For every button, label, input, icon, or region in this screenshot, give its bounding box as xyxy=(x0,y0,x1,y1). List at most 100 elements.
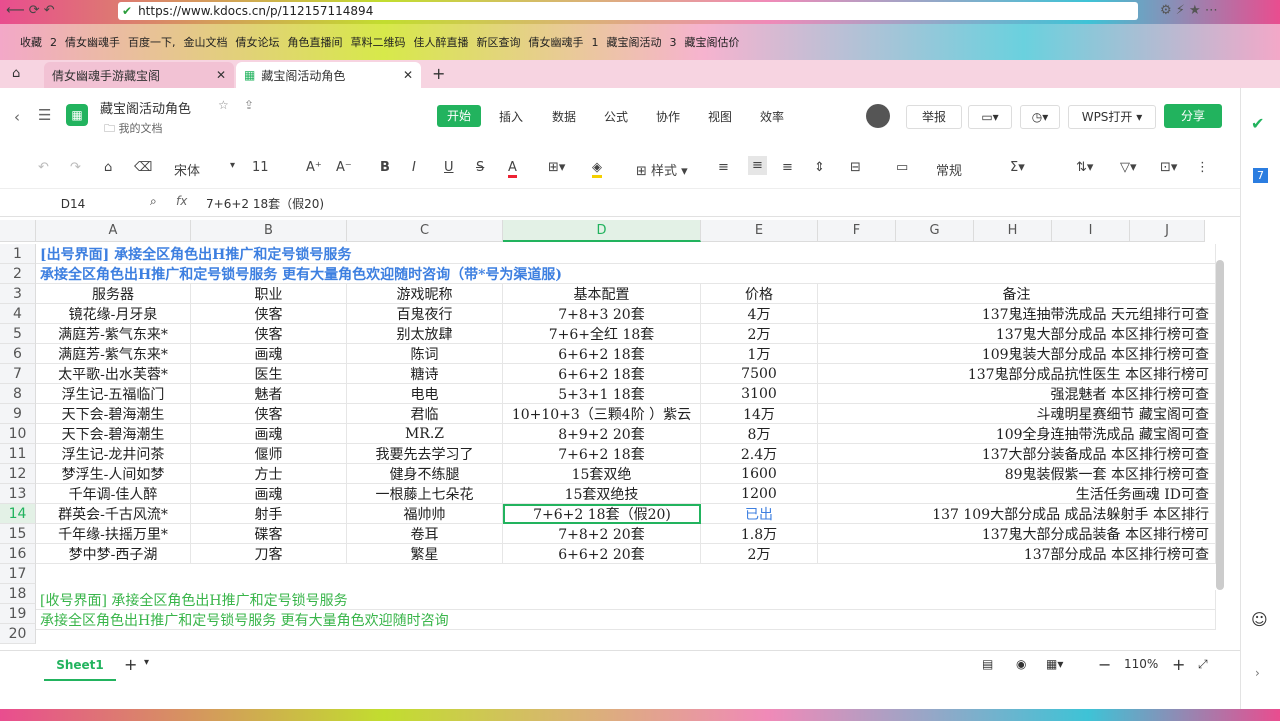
name-box[interactable]: D14 xyxy=(8,194,138,214)
data-cell-e[interactable]: 8万 xyxy=(701,424,818,444)
data-cell-c[interactable]: MR.Z xyxy=(347,424,503,444)
column-header[interactable]: I xyxy=(1052,220,1130,242)
close-icon[interactable]: ✕ xyxy=(403,68,413,82)
fullscreen-icon[interactable]: ⤢ xyxy=(1198,657,1208,672)
number-format-select[interactable]: 常规 xyxy=(936,160,962,179)
menu-tab-view[interactable]: 视图 xyxy=(708,108,732,125)
bookmark-item[interactable]: 3 xyxy=(670,36,677,49)
data-cell-note[interactable]: 137 109大部分成品 成品法躲射手 本区排行 xyxy=(818,504,1216,524)
add-sheet-button[interactable]: + xyxy=(124,655,137,674)
align-left-icon[interactable]: ≡ xyxy=(718,160,729,175)
data-cell-c[interactable]: 一根藤上七朵花 xyxy=(347,484,503,504)
row-header[interactable]: 5 xyxy=(0,324,36,344)
footer-line-2[interactable]: 承接全区角色出H推广和定号锁号服务 更有大量角色欢迎随时咨询 xyxy=(36,610,1216,630)
header-cell-d[interactable]: 基本配置 xyxy=(503,284,701,304)
share-button[interactable]: 分享 xyxy=(1164,104,1222,128)
row-header[interactable]: 17 xyxy=(0,564,36,584)
font-increase-icon[interactable]: A⁺ xyxy=(306,160,322,175)
data-cell-d[interactable]: 7+8+2 20套 xyxy=(503,524,701,544)
data-cell-e[interactable]: 3100 xyxy=(701,384,818,404)
data-cell-b[interactable]: 画魂 xyxy=(191,484,347,504)
data-cell-e[interactable]: 7500 xyxy=(701,364,818,384)
data-cell-note[interactable]: 137鬼部分成品抗性医生 本区排行榜可 xyxy=(818,364,1216,384)
column-header[interactable]: E xyxy=(701,220,818,242)
data-cell-b[interactable]: 刀客 xyxy=(191,544,347,564)
data-cell-a[interactable]: 满庭芳-紫气东来* xyxy=(36,344,191,364)
row-header[interactable]: 16 xyxy=(0,544,36,564)
font-color-icon[interactable]: A xyxy=(508,160,517,178)
data-cell-note[interactable]: 137鬼大部分成品装备 本区排行榜可 xyxy=(818,524,1216,544)
column-header[interactable]: D xyxy=(503,220,701,242)
bookmark-item[interactable]: 藏宝阁活动 xyxy=(607,34,662,50)
redo-icon[interactable]: ↷ xyxy=(70,160,81,175)
data-cell-c[interactable]: 君临 xyxy=(347,404,503,424)
valign-icon[interactable]: ⇕ xyxy=(814,160,825,175)
data-cell-note[interactable]: 斗魂明星赛细节 藏宝阁可查 xyxy=(818,404,1216,424)
chevron-right-icon[interactable]: › xyxy=(1255,666,1260,680)
doc-title[interactable]: 藏宝阁活动角色 xyxy=(100,98,191,117)
data-cell-a[interactable]: 浮生记-五福临门 xyxy=(36,384,191,404)
data-cell-e[interactable]: 2.4万 xyxy=(701,444,818,464)
column-header[interactable]: F xyxy=(818,220,896,242)
data-cell-e[interactable]: 2万 xyxy=(701,544,818,564)
size-select[interactable]: 11 xyxy=(252,160,269,175)
data-cell-d[interactable]: 5+3+1 18套 xyxy=(503,384,701,404)
column-header[interactable]: H xyxy=(974,220,1052,242)
row-header[interactable]: 18 xyxy=(0,584,36,604)
row-header[interactable]: 12 xyxy=(0,464,36,484)
bookmark-item[interactable]: 收藏 xyxy=(20,34,42,50)
row-header[interactable]: 9 xyxy=(0,404,36,424)
zoom-in-icon[interactable]: + xyxy=(1172,655,1185,674)
row-col-icon[interactable]: ⊡▾ xyxy=(1160,160,1177,175)
data-cell-a[interactable]: 满庭芳-紫气东来* xyxy=(36,324,191,344)
data-cell-c[interactable]: 我要先去学习了 xyxy=(347,444,503,464)
underline-icon[interactable]: U xyxy=(444,160,454,175)
data-cell-a[interactable]: 千年调-佳人醉 xyxy=(36,484,191,504)
align-center-icon[interactable]: ≡ xyxy=(748,156,767,175)
data-cell-b[interactable]: 魅者 xyxy=(191,384,347,404)
sum-icon[interactable]: Σ▾ xyxy=(1010,160,1025,175)
data-cell-a[interactable]: 镜花缘-月牙泉 xyxy=(36,304,191,324)
data-cell-b[interactable]: 方士 xyxy=(191,464,347,484)
grid-view-icon[interactable]: ▦▾ xyxy=(1046,657,1063,671)
data-cell-note[interactable]: 109全身连抽带洗成品 藏宝阁可查 xyxy=(818,424,1216,444)
bookmark-item[interactable]: 百度一下, xyxy=(128,34,176,50)
filter-icon[interactable]: ▽▾ xyxy=(1120,160,1137,175)
row-header[interactable]: 4 xyxy=(0,304,36,324)
border-icon[interactable]: ⊞▾ xyxy=(548,160,565,175)
bookmark-item[interactable]: 1 xyxy=(592,36,599,49)
header-cell-e[interactable]: 价格 xyxy=(701,284,818,304)
bookmark-item[interactable]: 角色直播间 xyxy=(288,34,343,50)
data-cell-b[interactable]: 碟客 xyxy=(191,524,347,544)
data-cell-c[interactable]: 健身不练腿 xyxy=(347,464,503,484)
header-line-1[interactable]: [出号界面] 承接全区角色出H推广和定号锁号服务 xyxy=(36,244,1216,264)
bookmark-item[interactable]: 佳人醉直播 xyxy=(414,34,469,50)
menu-tab-insert[interactable]: 插入 xyxy=(499,108,523,125)
video-icon[interactable]: ▭▾ xyxy=(968,105,1012,129)
undo-icon[interactable]: ↶ xyxy=(38,160,49,175)
menu-tab-start[interactable]: 开始 xyxy=(437,105,481,127)
doc-folder[interactable]: 🗀 我的文档 xyxy=(104,120,163,139)
back-icon[interactable]: ‹ xyxy=(14,108,20,126)
header-cell-note[interactable]: 备注 xyxy=(818,284,1216,304)
star-icon[interactable]: ☆ xyxy=(218,98,229,112)
browser-tab[interactable]: 倩女幽魂手游藏宝阁 ✕ xyxy=(44,62,234,88)
menu-tab-formula[interactable]: 公式 xyxy=(604,108,628,125)
data-cell-d[interactable]: 10+10+3（三颗4阶 ）紫云 xyxy=(503,404,701,424)
share-link-icon[interactable]: ⇪ xyxy=(244,98,254,112)
format-painter-icon[interactable]: ⌂ xyxy=(104,160,112,175)
data-cell-e[interactable]: 1200 xyxy=(701,484,818,504)
assistant-icon[interactable]: ☺ xyxy=(1251,610,1268,629)
data-cell-e[interactable]: 2万 xyxy=(701,324,818,344)
data-cell-b[interactable]: 侠客 xyxy=(191,324,347,344)
bookmark-item[interactable]: 倩女幽魂手 xyxy=(529,34,584,50)
data-cell-c[interactable]: 繁星 xyxy=(347,544,503,564)
data-cell-c[interactable]: 电电 xyxy=(347,384,503,404)
column-header[interactable]: A xyxy=(36,220,191,242)
menu-tab-collab[interactable]: 协作 xyxy=(656,108,680,125)
avatar[interactable] xyxy=(866,104,890,128)
close-icon[interactable]: ✕ xyxy=(216,68,226,82)
new-tab-icon[interactable]: + xyxy=(432,64,445,83)
bookmark-item[interactable]: 藏宝阁估价 xyxy=(685,34,740,50)
header-cell-c[interactable]: 游戏昵称 xyxy=(347,284,503,304)
